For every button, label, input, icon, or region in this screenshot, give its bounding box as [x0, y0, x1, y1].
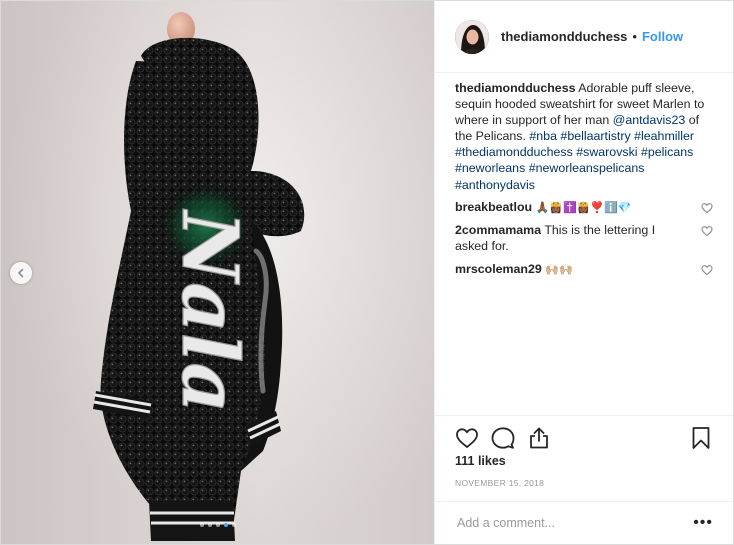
post-header: thediamondduchess • Follow: [435, 1, 733, 73]
more-icon[interactable]: •••: [693, 515, 713, 531]
comment-list: breakbeatlou 🙏🏾👸🏾✝️👸🏾❣️ℹ️💎 2commamama Thi…: [455, 199, 713, 278]
like-comment-heart-icon[interactable]: [701, 264, 713, 276]
post-caption: thediamondduchess Adorable puff sleeve, …: [455, 80, 713, 193]
carousel-dot: [199, 523, 204, 527]
comment-item: breakbeatlou 🙏🏾👸🏾✝️👸🏾❣️ℹ️💎: [455, 199, 713, 216]
like-comment-heart-icon[interactable]: [701, 202, 713, 214]
post-photo: Nala: [93, 12, 305, 541]
previous-photo-button[interactable]: [10, 262, 32, 284]
comment-username[interactable]: breakbeatlou: [455, 200, 532, 214]
chevron-left-icon: [18, 268, 24, 278]
follow-button[interactable]: Follow: [642, 29, 683, 44]
caption-mention[interactable]: @antdavis23: [613, 113, 686, 127]
profile-photo: [455, 19, 489, 54]
hashtag-link[interactable]: #neworleanspelicans: [529, 161, 645, 175]
action-icons: [455, 425, 713, 451]
post-details-panel: thediamondduchess • Follow thediamondduc…: [434, 1, 733, 544]
post-dialog: Nala thediamondduchess • Follow thediamo…: [0, 0, 734, 545]
hashtag-link[interactable]: #nba: [529, 129, 557, 143]
jacket-lettering: Nala: [164, 208, 255, 413]
comment-emoji: 🙌🏼🙌🏼: [545, 262, 573, 276]
hashtag-link[interactable]: #pelicans: [641, 145, 693, 159]
post-date: NOVEMBER 15, 2018: [455, 478, 545, 488]
comment-icon[interactable]: [491, 426, 515, 450]
hashtag-link[interactable]: #leahmiller: [634, 129, 694, 143]
comments-section[interactable]: thediamondduchess Adorable puff sleeve, …: [435, 73, 733, 415]
hashtag-link[interactable]: #bellaartistry: [560, 129, 630, 143]
comment-username[interactable]: 2commamama: [455, 223, 541, 237]
comment-username[interactable]: mrscoleman29: [455, 262, 542, 276]
comment-item: 2commamama This is the lettering I asked…: [455, 222, 713, 255]
hashtag-link[interactable]: #thediamondduchess: [455, 145, 573, 159]
avatar[interactable]: [455, 19, 489, 54]
carousel-dot: [207, 523, 212, 527]
comment-emoji: 🙏🏾👸🏾✝️👸🏾❣️ℹ️💎: [535, 200, 632, 214]
carousel-indicator: [1, 523, 434, 527]
add-comment-bar: •••: [435, 501, 733, 544]
carousel-dot: [231, 523, 236, 527]
caption-username[interactable]: thediamondduchess: [455, 81, 575, 95]
hashtag-link[interactable]: #neworleans: [455, 161, 525, 175]
bookmark-icon[interactable]: [689, 426, 713, 450]
comment-item: mrscoleman29 🙌🏼🙌🏼: [455, 261, 713, 278]
hashtag-link[interactable]: #anthonydavis: [455, 178, 535, 192]
hashtag-link[interactable]: #swarovski: [576, 145, 637, 159]
waist-cuff: [149, 501, 235, 541]
share-icon[interactable]: [527, 426, 551, 450]
post-actions: 111 likes NOVEMBER 15, 2018 •••: [435, 415, 733, 545]
header-separator: •: [632, 29, 637, 44]
likes-count[interactable]: 111 likes: [455, 454, 506, 468]
post-media[interactable]: Nala: [1, 1, 434, 544]
carousel-dot: [223, 523, 228, 527]
header-username[interactable]: thediamondduchess: [501, 29, 627, 44]
comment-input[interactable]: [455, 515, 694, 531]
heart-icon[interactable]: [455, 426, 479, 450]
like-comment-heart-icon[interactable]: [701, 225, 713, 237]
carousel-dot: [215, 523, 220, 527]
